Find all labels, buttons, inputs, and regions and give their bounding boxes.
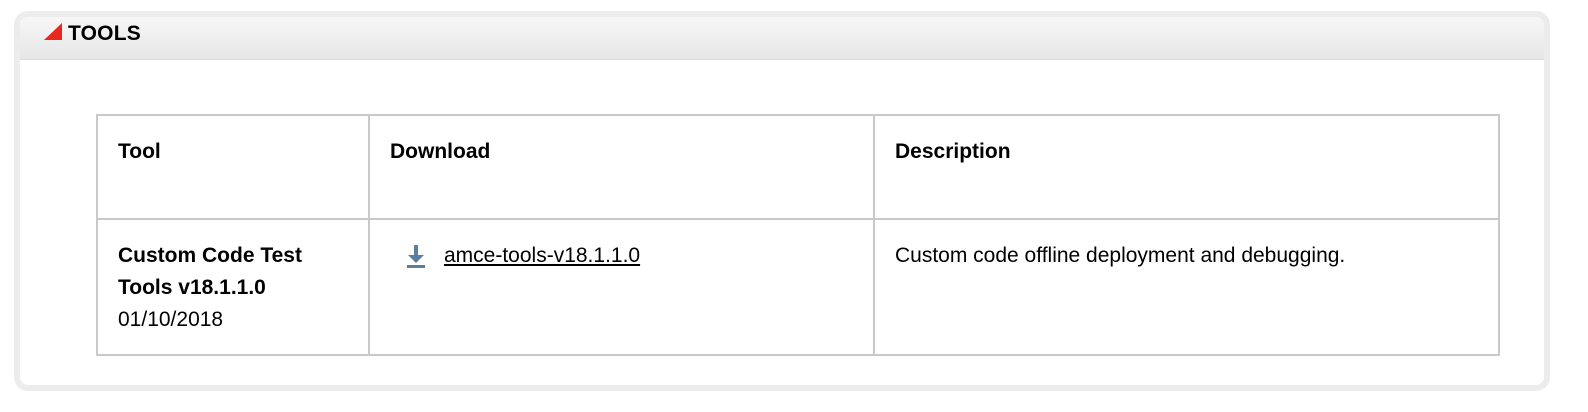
table-row: Custom Code Test Tools v18.1.1.0 01/10/2… bbox=[96, 218, 1500, 356]
download-cell: amce-tools-v18.1.1.0 bbox=[368, 218, 875, 356]
tool-name: Custom Code Test Tools v18.1.1.0 bbox=[118, 244, 302, 299]
tool-date: 01/10/2018 bbox=[118, 308, 224, 331]
description-cell: Custom code offline deployment and debug… bbox=[873, 218, 1500, 356]
red-triangle-icon bbox=[44, 23, 62, 40]
download-label: amce-tools-v18.1.1.0 bbox=[444, 244, 641, 267]
panel-header: TOOLS bbox=[20, 17, 1544, 60]
panel-title: TOOLS bbox=[68, 22, 141, 45]
table-header-row: Tool Download Description bbox=[96, 114, 1500, 220]
tools-panel: TOOLS Tool Download Description Custom C… bbox=[14, 11, 1550, 391]
download-link[interactable]: amce-tools-v18.1.1.0 bbox=[404, 240, 640, 272]
tool-cell: Custom Code Test Tools v18.1.1.0 01/10/2… bbox=[96, 218, 370, 356]
column-header-description: Description bbox=[873, 114, 1500, 220]
column-header-tool: Tool bbox=[96, 114, 370, 220]
column-header-download: Download bbox=[368, 114, 875, 220]
download-arrow-icon bbox=[407, 245, 425, 268]
tools-table: Tool Download Description Custom Code Te… bbox=[96, 114, 1500, 356]
